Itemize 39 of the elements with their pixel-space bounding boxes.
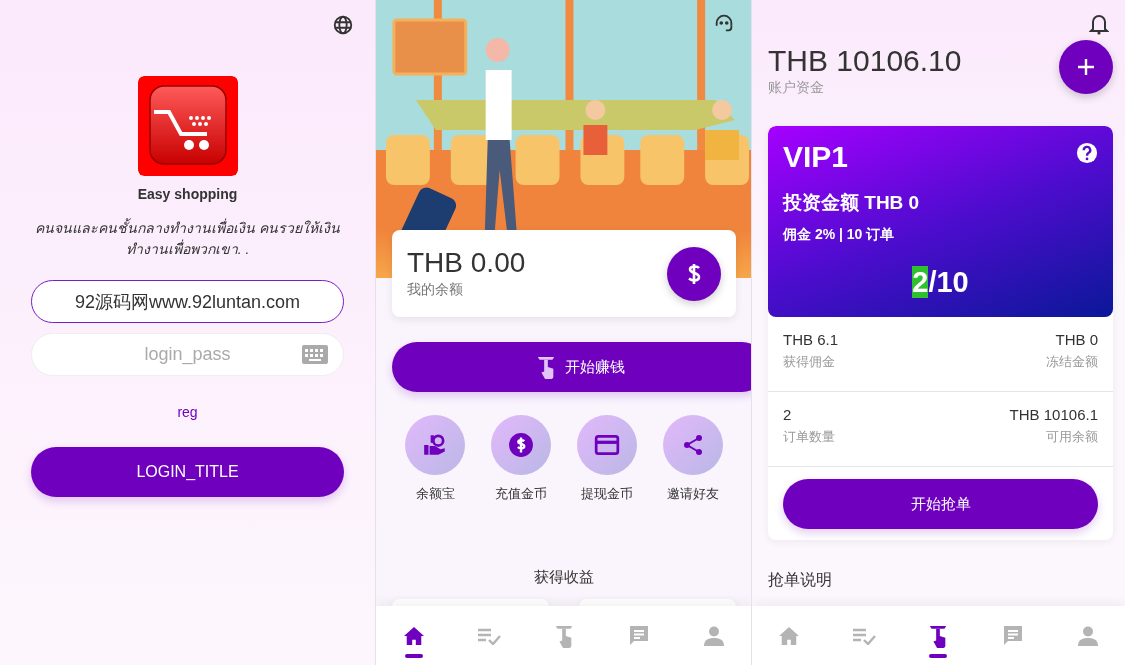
vip-level: VIP1 xyxy=(783,140,849,174)
dollar-coin-icon xyxy=(508,432,534,458)
app-name: Easy shopping xyxy=(137,186,238,202)
balance-amount: THB 0.00 xyxy=(407,248,526,278)
bell-icon[interactable] xyxy=(1089,13,1109,35)
stat-value: THB 6.1 xyxy=(783,331,840,348)
help-icon[interactable] xyxy=(1076,142,1098,164)
stat-label: 获得佣金 xyxy=(783,353,836,371)
password-field[interactable]: login_pass xyxy=(31,333,344,376)
slogan-text: คนจนและคนชั้นกลางทำงานเพื่อเงิน คนรวยให้เงินทำงานเพื่อพวกเขา. . xyxy=(34,218,341,259)
login-button[interactable]: LOGIN_TITLE xyxy=(31,447,344,497)
start-earning-button[interactable]: 开始赚钱 xyxy=(392,342,751,392)
add-button[interactable] xyxy=(1059,40,1113,94)
order-progress: 2/10 xyxy=(911,266,970,299)
credit-card-icon xyxy=(594,434,620,456)
section-title: 获得收益 xyxy=(534,568,594,587)
account-label: 账户资金 xyxy=(768,79,825,97)
stat-label: 订单数量 xyxy=(783,428,836,446)
hand-coin-icon xyxy=(422,432,448,458)
notes-title: 抢单说明 xyxy=(768,570,833,590)
vip-terms: 佣金 2% | 10 订单 xyxy=(783,226,896,244)
stat-value: THB 0 xyxy=(1054,331,1098,348)
plus-icon xyxy=(1077,58,1095,76)
dollar-button[interactable] xyxy=(667,246,721,301)
globe-icon[interactable] xyxy=(332,14,354,36)
share-icon xyxy=(681,433,705,457)
stat-value: THB 10106.1 xyxy=(1008,406,1098,423)
stat-label: 可用余额 xyxy=(1045,428,1098,446)
account-amount: THB 10106.10 xyxy=(768,45,962,77)
grab-order-button[interactable]: 开始抢单 xyxy=(783,479,1098,529)
keyboard-icon[interactable] xyxy=(302,345,328,364)
stat-value: 2 xyxy=(783,406,793,423)
register-link[interactable]: reg xyxy=(177,404,198,420)
dollar-icon xyxy=(687,262,701,285)
stat-label: 冻结金额 xyxy=(1045,353,1098,371)
username-field[interactable]: 92源码网www.92luntan.com xyxy=(31,280,344,323)
investment-amount: 投资金额 THB 0 xyxy=(783,191,921,215)
headset-icon[interactable] xyxy=(713,12,735,34)
balance-label: 我的余额 xyxy=(407,281,464,299)
